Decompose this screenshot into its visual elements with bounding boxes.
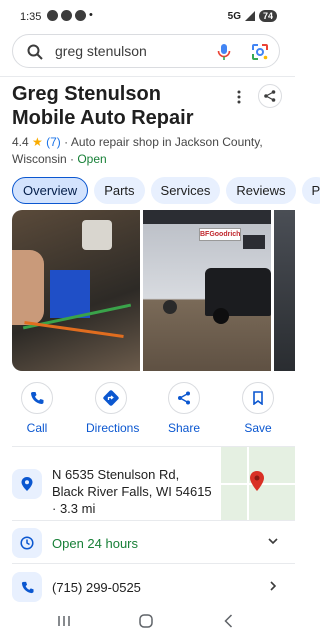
more-options-icon[interactable] xyxy=(236,90,242,104)
location-pin-icon xyxy=(21,477,33,491)
tab-overview[interactable]: Overview xyxy=(12,177,89,204)
divider xyxy=(12,520,295,521)
battery-indicator: 74 xyxy=(258,10,277,22)
share-icon xyxy=(178,391,190,405)
tab-bar: Overview Parts Services Reviews P xyxy=(12,177,320,204)
photo-wiring[interactable] xyxy=(12,210,140,371)
home-icon[interactable] xyxy=(139,614,153,628)
rating-summary: 4.4 ★ (7) · Auto repair shop in Jackson … xyxy=(12,134,282,168)
directions-label: Directions xyxy=(86,421,140,435)
map-road xyxy=(247,447,249,520)
photo-detail xyxy=(243,235,265,249)
directions-button[interactable]: Directions xyxy=(86,382,140,435)
tab-services[interactable]: Services xyxy=(150,177,221,204)
notification-icon xyxy=(47,10,58,21)
microphone-icon[interactable] xyxy=(217,43,231,61)
back-icon[interactable] xyxy=(224,614,233,628)
phone-number[interactable]: (715) 299-0525 xyxy=(52,579,141,596)
clock: 1:35 xyxy=(20,11,42,23)
share-circle[interactable] xyxy=(168,382,200,414)
bookmark-icon xyxy=(253,391,263,405)
tab-photos[interactable]: P xyxy=(301,177,320,204)
truck xyxy=(205,268,271,316)
directions-circle[interactable] xyxy=(95,382,127,414)
call-button[interactable]: Call xyxy=(12,382,62,435)
star-icon: ★ xyxy=(32,135,43,149)
lens-icon[interactable] xyxy=(251,43,269,61)
photo-detail xyxy=(12,250,44,325)
photo-interior[interactable] xyxy=(274,210,295,371)
save-button[interactable]: Save xyxy=(233,382,283,435)
address-line: N 6535 Stenulson Rd, Black River Falls, … xyxy=(52,467,212,499)
photo-detail xyxy=(82,220,112,250)
tire xyxy=(163,300,177,314)
tab-parts[interactable]: Parts xyxy=(94,177,145,204)
phone-icon xyxy=(21,581,34,593)
recent-apps-icon[interactable] xyxy=(57,615,71,627)
address-icon-box xyxy=(12,469,42,499)
signal-icon xyxy=(244,11,255,21)
divider xyxy=(12,563,295,564)
share-button[interactable]: Share xyxy=(159,382,209,435)
storefront-sign: BFGoodrich xyxy=(199,228,241,241)
save-circle[interactable] xyxy=(242,382,274,414)
phone-icon xyxy=(31,392,44,404)
photo-detail xyxy=(143,210,271,224)
chevron-right-icon[interactable] xyxy=(270,581,277,591)
call-circle[interactable] xyxy=(21,382,53,414)
status-bar: 1:35 • 5G 74 xyxy=(0,0,295,34)
call-label: Call xyxy=(26,421,48,435)
tab-reviews[interactable]: Reviews xyxy=(226,177,296,204)
open-status: Open xyxy=(77,152,107,166)
hours-text[interactable]: Open 24 hours xyxy=(52,535,138,552)
truck-wheel xyxy=(213,308,229,324)
rating-value: 4.4 xyxy=(12,135,29,149)
network-label: 5G xyxy=(227,10,241,22)
dot-icon: • xyxy=(89,9,93,21)
search-bar[interactable]: greg stenulson xyxy=(12,34,280,68)
distance-text: · 3.3 mi xyxy=(52,501,96,516)
share-header-button[interactable] xyxy=(258,84,282,108)
address-text[interactable]: N 6535 Stenulson Rd, Black River Falls, … xyxy=(52,466,214,517)
photo-detail xyxy=(24,321,124,338)
phone-icon-box xyxy=(12,572,42,602)
map-thumbnail[interactable] xyxy=(221,447,295,520)
system-nav-bar xyxy=(0,606,295,640)
search-icon[interactable] xyxy=(27,44,43,60)
clock-icon xyxy=(20,536,34,550)
share-label: Share xyxy=(167,421,201,435)
directions-icon xyxy=(103,390,119,406)
reviews-count-link[interactable]: (7) xyxy=(46,135,61,149)
hours-icon-box xyxy=(12,528,42,558)
business-title: Greg Stenulson Mobile Auto Repair xyxy=(12,83,194,129)
notification-icon xyxy=(75,10,86,21)
photo-detail xyxy=(50,270,90,318)
chevron-down-icon[interactable] xyxy=(268,538,278,545)
photo-storefront[interactable]: BFGoodrich xyxy=(143,210,271,371)
divider xyxy=(0,76,295,77)
map-pin-icon xyxy=(250,471,264,491)
save-label: Save xyxy=(244,421,272,435)
share-icon xyxy=(264,90,276,102)
notification-icon xyxy=(61,10,72,21)
search-input[interactable]: greg stenulson xyxy=(55,43,147,59)
